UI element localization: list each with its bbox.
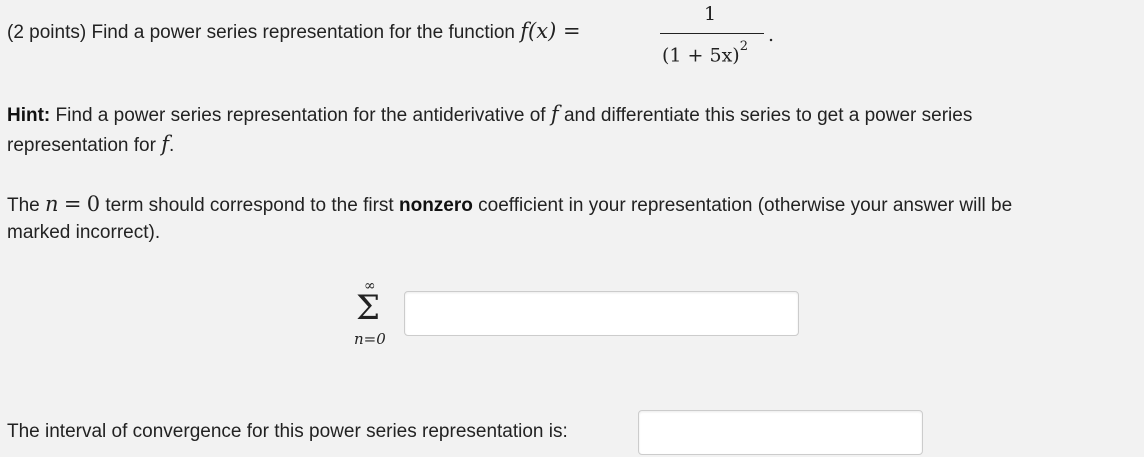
note-text-2: term should correspond to the first: [105, 195, 394, 216]
hint-text-3: representation for: [7, 135, 156, 156]
sum-lower-limit: n=0: [354, 330, 386, 348]
note-text-1: The: [7, 195, 40, 216]
hint-f-symbol-2: f: [161, 132, 169, 156]
summation-symbol: ∞ Σ n=0: [350, 278, 396, 354]
hint-f-symbol: f: [550, 102, 559, 126]
note-zero: 0: [86, 192, 101, 216]
fraction-denominator: (1 + 5x)2: [662, 39, 748, 67]
denominator-base: (1 + 5x): [662, 44, 740, 67]
interval-answer-input[interactable]: [638, 410, 923, 455]
note-line-2: marked incorrect).: [7, 222, 160, 244]
function-lhs: f(x) =: [520, 19, 581, 43]
hint-text-2: and differentiate this series to get a p…: [563, 105, 973, 126]
note-n: n: [45, 192, 59, 216]
note-text-3: coefficient in your representation (othe…: [478, 195, 1013, 216]
hint-period: .: [168, 135, 175, 156]
series-answer-input[interactable]: [404, 291, 799, 336]
note-bold: nonzero: [398, 195, 473, 216]
hint-line-2: representation for f.: [7, 132, 174, 157]
problem-period: .: [768, 24, 775, 46]
hint-line-1: Hint: Find a power series representation…: [7, 102, 972, 127]
denominator-exponent: 2: [739, 39, 748, 54]
interval-label: The interval of convergence for this pow…: [7, 421, 568, 442]
points-label: (2 points): [7, 22, 87, 43]
note-eq: =: [63, 192, 82, 216]
note-text-4: marked incorrect).: [7, 222, 161, 243]
function-fraction: 1 (1 + 5x)2: [660, 3, 768, 73]
problem-prompt: Find a power series representation for t…: [91, 22, 515, 43]
hint-text-1: Find a power series representation for t…: [55, 105, 546, 126]
sigma-icon: Σ: [356, 288, 381, 328]
fraction-bar: [660, 33, 764, 34]
problem-statement: (2 points) Find a power series represent…: [7, 19, 581, 44]
hint-label: Hint:: [7, 105, 51, 126]
note-line-1: The n = 0 term should correspond to the …: [7, 192, 1012, 217]
fraction-numerator: 1: [704, 3, 717, 25]
